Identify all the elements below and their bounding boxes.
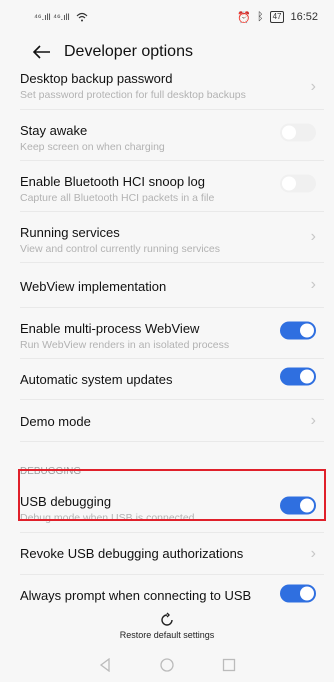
phone-screen: ⁴⁶.ıll ⁴⁶.ıll ⏰ ᛒ 47 16:52 Developer opt…: [0, 0, 334, 682]
signal-indicators: ⁴⁶.ıll ⁴⁶.ıll: [34, 12, 88, 22]
setting-usb-debugging[interactable]: USB debugging Debug mode when USB is con…: [20, 483, 324, 533]
setting-stay-awake[interactable]: Stay awake Keep screen on when charging: [20, 110, 324, 161]
settings-list: Desktop backup password Set password pro…: [20, 64, 324, 617]
nav-back-icon[interactable]: [98, 658, 112, 672]
setting-demo-mode[interactable]: Demo mode ›: [20, 400, 324, 442]
setting-label: WebView implementation: [20, 279, 167, 294]
page-title: Developer options: [64, 43, 193, 60]
setting-running-services[interactable]: Running services View and control curren…: [20, 212, 324, 263]
setting-description: View and control currently running servi…: [20, 243, 220, 255]
chevron-right-icon: ›: [310, 77, 316, 95]
setting-desktop-backup-password[interactable]: Desktop backup password Set password pro…: [20, 64, 324, 110]
always-prompt-usb-toggle[interactable]: [280, 584, 316, 603]
stay-awake-toggle[interactable]: [280, 123, 316, 142]
restore-defaults-button[interactable]: Restore default settings: [0, 612, 334, 652]
setting-label: Demo mode: [20, 414, 91, 429]
restore-icon: [161, 612, 173, 626]
nav-recents-icon[interactable]: [222, 658, 236, 672]
chevron-right-icon: ›: [310, 544, 316, 562]
chevron-right-icon: ›: [310, 411, 316, 429]
setting-description: Set password protection for full desktop…: [20, 89, 246, 101]
setting-revoke-usb-authorizations[interactable]: Revoke USB debugging authorizations ›: [20, 533, 324, 575]
setting-label: Always prompt when connecting to USB: [20, 588, 252, 603]
setting-label: Revoke USB debugging authorizations: [20, 546, 244, 561]
setting-label: Enable Bluetooth HCI snoop log: [20, 174, 206, 189]
chevron-right-icon: ›: [310, 276, 316, 293]
restore-label: Restore default settings: [119, 630, 215, 640]
setting-automatic-system-updates[interactable]: Automatic system updates: [20, 359, 324, 400]
clock: 16:52: [290, 11, 318, 23]
back-arrow-icon: [33, 45, 50, 59]
setting-description: Debug mode when USB is connected: [20, 512, 195, 524]
section-header-debugging: DEBUGGING: [20, 466, 82, 477]
setting-label: Enable multi-process WebView: [20, 321, 200, 336]
usb-debugging-toggle[interactable]: [280, 496, 316, 514]
setting-webview-implementation[interactable]: WebView implementation ›: [20, 263, 324, 308]
setting-multi-process-webview[interactable]: Enable multi-process WebView Run WebView…: [20, 308, 324, 359]
setting-label: USB debugging: [20, 494, 112, 509]
wifi-icon: [76, 12, 88, 22]
setting-description: Keep screen on when charging: [20, 141, 165, 153]
setting-always-prompt-usb[interactable]: Always prompt when connecting to USB: [20, 575, 324, 617]
chevron-right-icon: ›: [310, 228, 316, 245]
status-right: ⏰ ᛒ 47 16:52: [237, 11, 318, 24]
bluetooth-hci-toggle[interactable]: [280, 174, 316, 193]
multi-process-webview-toggle[interactable]: [280, 321, 316, 340]
navigation-bar: [0, 648, 334, 682]
nav-home-icon[interactable]: [160, 658, 174, 672]
status-bar: ⁴⁶.ıll ⁴⁶.ıll ⏰ ᛒ 47 16:52: [0, 0, 334, 34]
back-button[interactable]: [32, 42, 52, 62]
setting-label: Running services: [20, 225, 120, 240]
bluetooth-icon: ᛒ: [256, 11, 264, 23]
battery-indicator: 47: [269, 11, 285, 23]
setting-label: Desktop backup password: [20, 71, 173, 86]
setting-label: Automatic system updates: [20, 372, 173, 387]
setting-description: Capture all Bluetooth HCI packets in a f…: [20, 192, 215, 204]
setting-label: Stay awake: [20, 123, 88, 138]
setting-description: Run WebView renders in an isolated proce…: [20, 339, 230, 351]
signal-icon: ⁴⁶.ıll ⁴⁶.ıll: [34, 12, 70, 22]
setting-bluetooth-hci-snoop-log[interactable]: Enable Bluetooth HCI snoop log Capture a…: [20, 161, 324, 212]
alarm-icon: ⏰: [237, 11, 251, 24]
automatic-updates-toggle[interactable]: [280, 367, 316, 386]
